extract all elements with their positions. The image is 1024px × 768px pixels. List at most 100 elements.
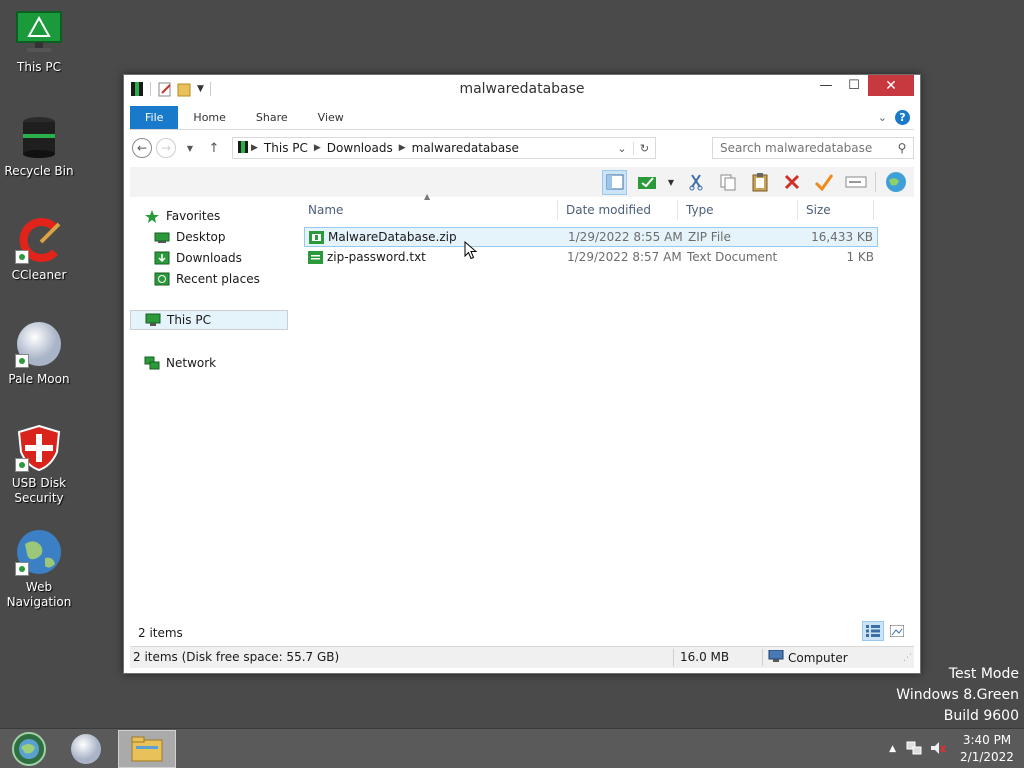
nav-label: Favorites — [166, 209, 221, 223]
view-toggle — [862, 621, 908, 641]
desktop-icon-this-pc[interactable]: This PC — [1, 8, 77, 75]
column-header-name[interactable]: Name — [300, 200, 558, 220]
taskbar-file-explorer[interactable] — [118, 730, 176, 768]
breadcrumb-malwaredatabase[interactable]: malwaredatabase — [408, 141, 523, 155]
details-view-button[interactable] — [862, 621, 884, 641]
network-tray-icon[interactable] — [902, 741, 926, 758]
forward-button[interactable]: → — [154, 136, 178, 160]
nav-label: This PC — [167, 313, 211, 327]
cut-icon[interactable] — [683, 170, 708, 195]
nav-network[interactable]: Network — [144, 353, 216, 373]
text-file-icon — [308, 251, 323, 264]
ribbon-tabs: File Home Share View ⌄ ? — [130, 106, 914, 130]
nav-label: Downloads — [176, 251, 242, 265]
delete-icon[interactable] — [779, 170, 804, 195]
large-icons-view-button[interactable] — [886, 621, 908, 641]
window-title: malwaredatabase — [459, 81, 585, 97]
address-bar[interactable]: ▶ This PC ▶ Downloads ▶ malwaredatabase … — [232, 137, 656, 159]
back-arrow-icon: ← — [132, 138, 152, 158]
taskbar-pale-moon[interactable] — [57, 730, 115, 768]
clock-time: 3:40 PM — [962, 733, 1012, 747]
desktop-icon-label: This PC — [17, 60, 61, 74]
file-date: 1/29/2022 8:55 AM — [568, 230, 683, 244]
breadcrumb-separator-icon[interactable]: ▶ — [249, 143, 260, 153]
globe-network-icon[interactable] — [883, 170, 908, 195]
new-folder-icon[interactable] — [177, 81, 191, 97]
clock-date: 2/1/2022 — [960, 750, 1014, 764]
star-icon — [144, 209, 160, 223]
preview-pane-button[interactable] — [602, 169, 627, 195]
properties-icon[interactable] — [157, 81, 171, 97]
title-bar[interactable]: ▼ malwaredatabase — ☐ ✕ — [124, 75, 920, 104]
nav-favorites[interactable]: Favorites — [144, 206, 220, 226]
clock[interactable]: 3:40 PM 2/1/2022 — [950, 732, 1024, 766]
desktop-icon-web-navigation[interactable]: Web Navigation — [1, 528, 77, 610]
paste-icon[interactable] — [747, 170, 772, 195]
file-size: 1 KB — [846, 250, 874, 264]
desktop-icon-ccleaner[interactable]: CCleaner — [1, 216, 77, 283]
status-bar: 2 items (Disk free space: 55.7 GB) 16.0 … — [130, 646, 914, 668]
desktop-icon-recycle-bin[interactable]: Recycle Bin — [1, 112, 77, 179]
select-dropdown-chevron-icon[interactable]: ▼ — [666, 170, 676, 195]
rename-icon[interactable] — [843, 170, 868, 195]
desktop-icon-label: Web Navigation — [6, 580, 72, 609]
monitor-icon — [145, 313, 161, 327]
column-header-type[interactable]: Type — [678, 200, 798, 220]
nav-recent-places[interactable]: Recent places — [154, 269, 260, 289]
nav-label: Recent places — [176, 272, 260, 286]
column-header-size[interactable]: Size — [798, 200, 874, 220]
minimize-button[interactable]: — — [812, 75, 840, 96]
close-button[interactable]: ✕ — [868, 75, 914, 96]
column-header-date-modified[interactable]: Date modified — [558, 200, 678, 220]
copy-icon[interactable] — [715, 170, 740, 195]
desktop-icon-usb-disk-security[interactable]: USB Disk Security — [1, 424, 77, 506]
app-icon[interactable] — [130, 81, 144, 97]
table-row[interactable]: zip-password.txt 1/29/2022 8:57 AM Text … — [304, 248, 878, 268]
status-location: Computer — [768, 649, 848, 666]
chevron-down-icon[interactable]: ▼ — [197, 84, 204, 94]
back-button[interactable]: ← — [130, 136, 154, 160]
start-button[interactable] — [0, 730, 58, 768]
refresh-icon[interactable]: ↻ — [633, 141, 655, 155]
tab-file[interactable]: File — [130, 106, 179, 129]
nav-this-pc[interactable]: This PC — [130, 310, 288, 330]
show-hidden-icons-chevron-icon[interactable]: ▲ — [883, 744, 902, 754]
breadcrumb-separator-icon[interactable]: ▶ — [312, 143, 323, 153]
breadcrumb-downloads[interactable]: Downloads — [323, 141, 397, 155]
up-button[interactable]: ↑ — [202, 136, 226, 160]
search-box[interactable]: ⚲ — [712, 137, 914, 159]
breadcrumb-this-pc[interactable]: This PC — [260, 141, 312, 155]
search-icon[interactable]: ⚲ — [891, 141, 913, 155]
resize-grip-icon[interactable]: ⋰ — [903, 653, 912, 663]
address-dropdown-icon[interactable]: ⌄ — [611, 142, 633, 155]
maximize-button[interactable]: ☐ — [840, 75, 868, 96]
status-summary: 2 items (Disk free space: 55.7 GB) — [133, 650, 340, 664]
select-all-button[interactable] — [634, 170, 659, 195]
desktop-icon-label: Recycle Bin — [4, 164, 74, 178]
pale-moon-icon — [71, 734, 101, 764]
ccleaner-icon — [15, 216, 63, 264]
search-input[interactable] — [713, 141, 891, 155]
desktop-icon-pale-moon[interactable]: Pale Moon — [1, 320, 77, 387]
volume-muted-icon[interactable] — [926, 741, 950, 758]
nav-desktop[interactable]: Desktop — [154, 227, 226, 247]
watermark-line: Test Mode — [948, 666, 1019, 682]
tab-view[interactable]: View — [303, 106, 359, 129]
table-row[interactable]: MalwareDatabase.zip 1/29/2022 8:55 AM ZI… — [304, 227, 878, 247]
taskbar: ▲ 3:40 PM 2/1/2022 — [0, 728, 1024, 768]
recent-places-icon — [154, 272, 170, 286]
tab-share[interactable]: Share — [241, 106, 303, 129]
nav-label: Desktop — [176, 230, 226, 244]
breadcrumb-separator-icon[interactable]: ▶ — [397, 143, 408, 153]
tab-home[interactable]: Home — [178, 106, 240, 129]
expand-ribbon-chevron-icon[interactable]: ⌄ — [878, 111, 887, 124]
status-location-label: Computer — [788, 651, 848, 665]
checkmark-icon[interactable] — [811, 170, 836, 195]
recent-locations-button[interactable]: ▼ — [178, 136, 202, 160]
shield-icon — [15, 424, 63, 472]
desktop-icon-label: USB Disk Security — [11, 476, 67, 505]
forward-arrow-icon: → — [156, 138, 176, 158]
explorer-window: ▼ malwaredatabase — ☐ ✕ File Home Share … — [123, 74, 921, 674]
nav-downloads[interactable]: Downloads — [154, 248, 242, 268]
help-icon[interactable]: ? — [895, 110, 910, 125]
